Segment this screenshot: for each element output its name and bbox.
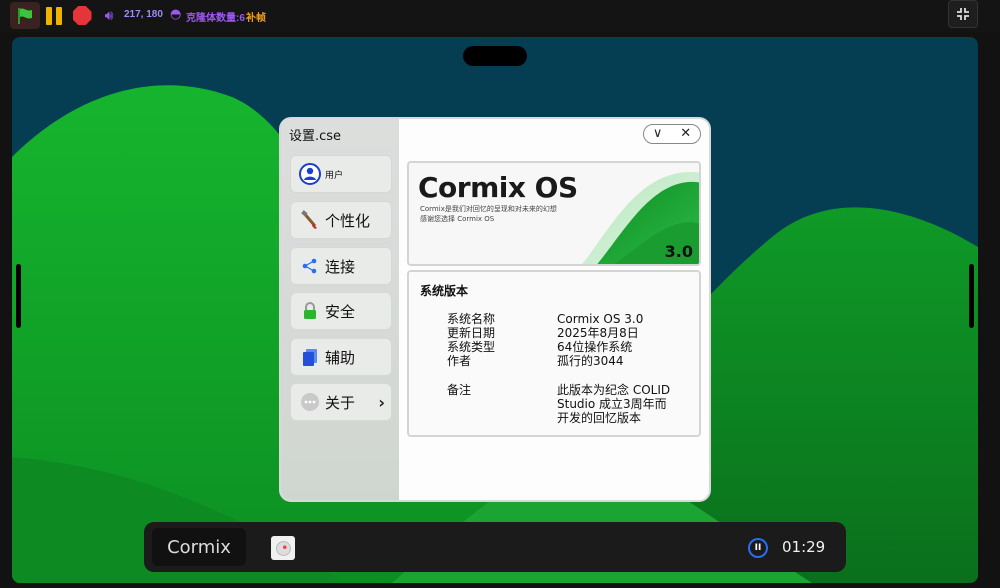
taskbar-app-settings[interactable] <box>271 536 295 560</box>
pause-icon <box>46 6 52 25</box>
info-value: Cormix OS 3.0 <box>557 312 644 326</box>
editor-toolbar: 🔊︎ 217, 180 ◓ 克隆体数量:6 补帧 <box>0 0 1000 32</box>
taskbar: Cormix II 01:29 <box>144 522 846 572</box>
system-info-panel: 系统版本 系统名称 Cormix OS 3.0 更新日期 2025年8月8日 系… <box>407 270 701 437</box>
frame-interpolation-label[interactable]: 补帧 <box>246 9 266 24</box>
clock: 01:29 <box>782 538 826 556</box>
nav-item-label: 安全 <box>325 302 356 321</box>
info-value: 2025年8月8日 <box>557 326 639 340</box>
info-value: 孤行的3044 <box>557 354 624 368</box>
lock-icon <box>299 300 321 322</box>
user-icon <box>299 163 321 185</box>
window-title: 设置.cse <box>289 129 342 144</box>
minimize-button[interactable]: ∨ <box>653 127 663 140</box>
cat-icon: ◓ <box>170 7 182 22</box>
volume-button[interactable]: 🔊︎ <box>98 2 120 29</box>
nav-item-about[interactable]: 关于 › <box>290 383 392 421</box>
nav-item-label: 个性化 <box>325 211 371 230</box>
info-key: 系统类型 <box>447 340 496 354</box>
speaker-icon: 🔊︎ <box>104 7 114 24</box>
nav-item-label: 关于 <box>325 393 356 412</box>
more-dots-icon <box>299 391 321 413</box>
nav-item-security[interactable]: 安全 <box>290 292 392 330</box>
paint-brush-icon <box>299 209 321 231</box>
nav-item-label: 用户 <box>325 170 344 181</box>
share-nodes-icon <box>299 255 321 277</box>
window-controls: ∨ ✕ <box>643 124 701 144</box>
nav-item-personalize[interactable]: 个性化 <box>290 201 392 239</box>
info-key: 更新日期 <box>447 326 496 340</box>
note-line: 开发的回忆版本 <box>557 411 642 425</box>
compress-icon <box>957 8 969 20</box>
green-flag-button[interactable] <box>10 2 40 29</box>
clone-count: 克隆体数量:6 <box>186 13 245 24</box>
nav-item-label: 辅助 <box>325 348 356 367</box>
start-button[interactable]: Cormix <box>152 528 246 566</box>
pause-icon: II <box>754 543 762 553</box>
info-key: 系统名称 <box>447 312 496 326</box>
settings-sidebar: 设置.cse 用户 个性化 连接 安全 辅助 关于 › <box>281 119 399 500</box>
right-edge-handle[interactable] <box>969 264 974 328</box>
settings-window: 设置.cse 用户 个性化 连接 安全 辅助 关于 › ∨ ✕ Cormix O… <box>279 117 711 502</box>
note-key: 备注 <box>447 383 472 397</box>
info-heading: 系统版本 <box>420 284 469 298</box>
nav-item-label: 连接 <box>325 257 356 276</box>
os-banner: Cormix OS Cormix是我们对回忆的呈现和对未来的幻想 感谢您选择 C… <box>407 161 701 266</box>
left-edge-handle[interactable] <box>16 264 21 328</box>
stop-button[interactable] <box>70 2 94 29</box>
os-version-badge: 3.0 <box>664 242 693 261</box>
os-name-title: Cormix OS <box>418 171 578 204</box>
nav-item-connect[interactable]: 连接 <box>290 247 392 285</box>
stop-icon <box>72 6 92 25</box>
pause-button[interactable] <box>42 2 66 29</box>
app-icon <box>275 540 291 556</box>
exit-fullscreen-button[interactable] <box>948 0 978 28</box>
media-pause-button[interactable]: II <box>748 538 768 558</box>
note-line: 此版本为纪念 COLID <box>557 383 671 397</box>
nav-item-accessibility[interactable]: 辅助 <box>290 338 392 376</box>
os-tagline: Cormix是我们对回忆的呈现和对未来的幻想 感谢您选择 Cormix OS <box>420 205 557 223</box>
flag-icon <box>18 7 32 24</box>
stage: 设置.cse 用户 个性化 连接 安全 辅助 关于 › ∨ ✕ Cormix O… <box>12 37 978 583</box>
camera-notch <box>463 46 527 66</box>
nav-item-user[interactable]: 用户 <box>290 155 392 193</box>
close-button[interactable]: ✕ <box>680 127 691 140</box>
mouse-coordinates: 217, 180 <box>124 9 163 20</box>
note-line: Studio 成立3周年而 <box>557 397 667 411</box>
accessibility-icon <box>299 346 321 368</box>
chevron-right-icon: › <box>378 393 385 412</box>
info-value: 64位操作系统 <box>557 340 633 354</box>
info-key: 作者 <box>447 354 472 368</box>
